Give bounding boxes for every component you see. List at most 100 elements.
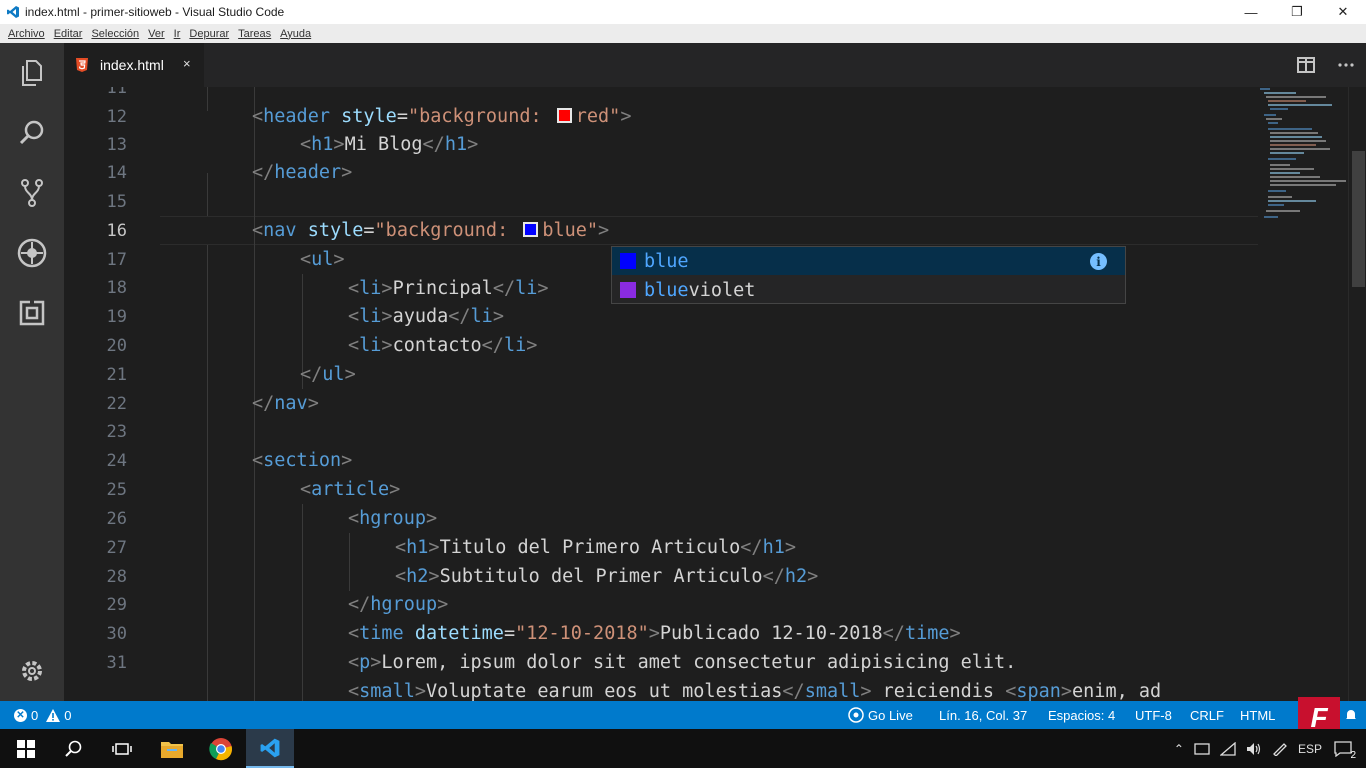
code-line-19: <li>ayuda</li> bbox=[348, 306, 504, 327]
windows-start-icon[interactable] bbox=[2, 729, 50, 768]
file-explorer-icon[interactable] bbox=[148, 729, 196, 768]
html5-file-icon bbox=[76, 58, 88, 72]
close-window-button[interactable]: ✕ bbox=[1320, 0, 1366, 24]
chevron-up-icon[interactable]: ⌃ bbox=[1174, 742, 1184, 756]
error-icon: ✕ bbox=[14, 708, 27, 722]
line-number: 17 bbox=[106, 250, 127, 270]
menu-tareas[interactable]: Tareas bbox=[238, 28, 271, 40]
code-line-30: <time datetime="12-10-2018">Publicado 12… bbox=[348, 623, 961, 644]
code-line-20: <li>contacto</li> bbox=[348, 335, 538, 356]
line-number: 30 bbox=[106, 624, 127, 644]
menu-ayuda[interactable]: Ayuda bbox=[280, 28, 311, 40]
line-number: 29 bbox=[106, 595, 127, 615]
window-title: index.html - primer-sitioweb - Visual St… bbox=[25, 5, 285, 19]
suggest-item-blue[interactable]: blue i bbox=[612, 247, 1125, 275]
notification-bell-icon[interactable] bbox=[1344, 701, 1358, 729]
code-line-13: <h1>Mi Blog</h1> bbox=[300, 134, 479, 155]
action-center-icon[interactable]: 2 bbox=[1332, 739, 1356, 761]
extensions-icon[interactable] bbox=[16, 297, 48, 329]
color-swatch-red[interactable] bbox=[556, 108, 572, 123]
warning-count: 0 bbox=[64, 707, 72, 723]
notification-count: 2 bbox=[1350, 749, 1356, 761]
line-number: 14 bbox=[106, 163, 127, 183]
color-swatch-icon bbox=[620, 253, 636, 269]
search-icon[interactable] bbox=[16, 117, 48, 149]
volume-icon[interactable] bbox=[1246, 742, 1262, 756]
network-icon[interactable] bbox=[1219, 741, 1236, 756]
menu-ver[interactable]: Ver bbox=[148, 28, 165, 40]
menu-editar[interactable]: Editar bbox=[54, 28, 83, 40]
scrollbar-thumb[interactable] bbox=[1352, 151, 1365, 287]
code-line-22: </nav> bbox=[252, 393, 319, 414]
line-number: 13 bbox=[106, 135, 127, 155]
task-view-icon[interactable] bbox=[98, 729, 146, 768]
language-mode[interactable]: HTML bbox=[1240, 701, 1275, 729]
split-editor-icon[interactable] bbox=[1296, 55, 1316, 75]
tab-strip: index.html × bbox=[64, 43, 1366, 87]
code-line-27: <h1>Titulo del Primero Articulo</h1> bbox=[395, 537, 796, 558]
code-line-31: <p>Lorem, ipsum dolor sit amet consectet… bbox=[348, 652, 1017, 673]
broadcast-icon bbox=[848, 707, 864, 723]
code-line-29: </hgroup> bbox=[348, 594, 449, 615]
tab-close-icon[interactable]: × bbox=[183, 56, 191, 71]
explorer-icon[interactable] bbox=[16, 57, 48, 89]
line-number: 25 bbox=[106, 480, 127, 500]
vscode-logo-icon bbox=[7, 6, 19, 18]
menu-depurar[interactable]: Depurar bbox=[189, 28, 229, 40]
debug-icon[interactable] bbox=[16, 237, 48, 269]
suggest-item-blueviolet[interactable]: blue violet bbox=[612, 276, 1125, 304]
indentation-setting[interactable]: Espacios: 4 bbox=[1048, 701, 1115, 729]
restore-icon: ❐ bbox=[1291, 4, 1303, 19]
menu-ir[interactable]: Ir bbox=[174, 28, 181, 40]
line-number: 24 bbox=[106, 451, 127, 471]
line-number: 18 bbox=[106, 278, 127, 298]
problems-indicator[interactable]: ✕ 0 0 bbox=[14, 701, 71, 729]
status-bar: ✕ 0 0 Go Live Lín. 16, Col. 37 Espacios:… bbox=[0, 701, 1366, 729]
tab-index-html[interactable]: index.html × bbox=[64, 43, 204, 87]
pen-workspace-icon[interactable] bbox=[1272, 742, 1288, 756]
minimize-icon: — bbox=[1244, 4, 1258, 20]
minimize-button[interactable]: — bbox=[1228, 0, 1274, 24]
color-swatch-blue[interactable] bbox=[523, 222, 539, 237]
chrome-icon[interactable] bbox=[197, 729, 245, 768]
input-language[interactable]: ESP bbox=[1298, 742, 1322, 756]
indent-guide bbox=[207, 173, 208, 216]
restore-button[interactable]: ❐ bbox=[1274, 0, 1320, 24]
minimap[interactable] bbox=[1256, 87, 1348, 237]
encoding-setting[interactable]: UTF-8 bbox=[1135, 701, 1172, 729]
vertical-scrollbar[interactable] bbox=[1348, 87, 1366, 701]
color-swatch-icon bbox=[620, 282, 636, 298]
line-number-active: 16 bbox=[106, 221, 127, 241]
line-number: 23 bbox=[106, 422, 127, 442]
taskbar-search-icon[interactable] bbox=[50, 729, 98, 768]
source-control-icon[interactable] bbox=[16, 177, 48, 209]
indent-guide bbox=[302, 504, 303, 701]
go-live-button[interactable]: Go Live bbox=[848, 701, 913, 729]
code-line-25: <article> bbox=[300, 479, 401, 500]
line-number: 27 bbox=[106, 538, 127, 558]
error-count: 0 bbox=[31, 707, 39, 723]
tab-label: index.html bbox=[100, 57, 164, 73]
code-line-21: </ul> bbox=[300, 364, 356, 385]
line-number: 26 bbox=[106, 509, 127, 529]
more-actions-icon[interactable] bbox=[1336, 55, 1356, 75]
cursor-position[interactable]: Lín. 16, Col. 37 bbox=[939, 701, 1027, 729]
settings-gear-icon[interactable] bbox=[16, 655, 48, 687]
autocomplete-suggest-widget[interactable]: blue i blue violet bbox=[611, 246, 1126, 304]
code-editor[interactable]: 11 12 13 14 15 16 17 18 19 20 21 22 23 2… bbox=[64, 87, 1366, 701]
info-icon[interactable]: i bbox=[1090, 253, 1107, 270]
line-number: 31 bbox=[106, 653, 127, 673]
tablet-mode-icon[interactable] bbox=[1194, 742, 1210, 755]
code-line-14: </header> bbox=[252, 162, 353, 183]
code-line-32: <small>Voluptate earum eos ut molestias<… bbox=[348, 681, 1162, 701]
line-number: 21 bbox=[106, 365, 127, 385]
menu-bar: Archivo Editar Selección Ver Ir Depurar … bbox=[0, 24, 1366, 43]
code-line-17: <ul> bbox=[300, 249, 345, 270]
vscode-taskbar-icon[interactable] bbox=[246, 729, 294, 768]
eol-setting[interactable]: CRLF bbox=[1190, 701, 1224, 729]
menu-archivo[interactable]: Archivo bbox=[8, 28, 45, 40]
menu-seleccion[interactable]: Selección bbox=[91, 28, 139, 40]
warning-icon bbox=[46, 708, 61, 722]
indent-guide bbox=[207, 87, 208, 111]
line-number: 19 bbox=[106, 307, 127, 327]
